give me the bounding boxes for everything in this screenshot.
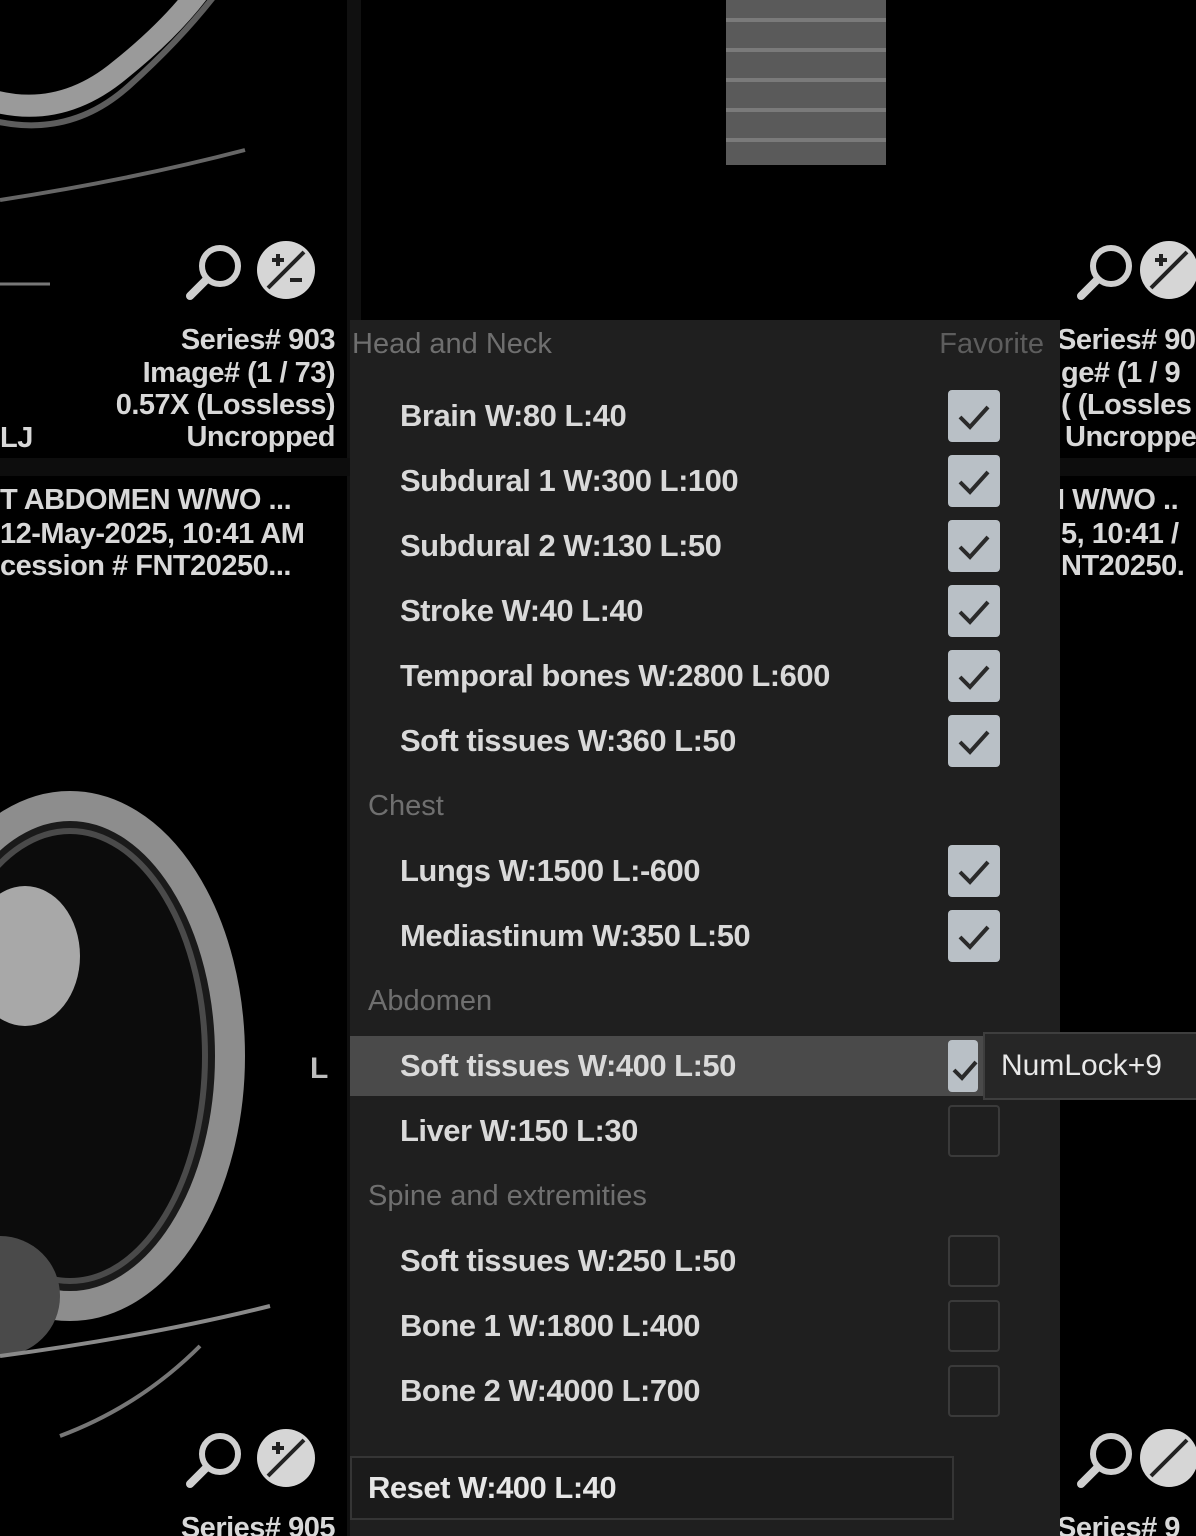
favorite-checkbox[interactable] <box>948 1365 1000 1417</box>
study-datetime: 12-May-2025, 10:41 AM <box>0 518 305 550</box>
zoom-icon[interactable] <box>182 240 246 304</box>
orientation-label: L <box>310 1052 329 1085</box>
preset-label: Stroke W:40 L:40 <box>400 593 643 628</box>
series-number: Series# 90 <box>1057 324 1196 356</box>
study-description: I W/WO .. <box>1057 484 1179 516</box>
preset-item[interactable]: Lungs W:1500 L:-600 <box>350 841 1060 901</box>
preset-label: Bone 2 W:4000 L:700 <box>400 1373 701 1408</box>
preset-item[interactable]: Subdural 2 W:130 L:50 <box>350 516 1060 576</box>
checkmark-icon <box>958 665 990 690</box>
preset-label: Soft tissues W:250 L:50 <box>400 1243 736 1278</box>
series-number: Series# 9 <box>1057 1512 1180 1536</box>
favorite-checkbox[interactable] <box>948 1105 1000 1157</box>
preset-label: Bone 1 W:1800 L:400 <box>400 1308 701 1343</box>
viewport-top-left[interactable]: LJ Series# 903 Image# (1 / 73) 0.57X (Lo… <box>0 0 347 458</box>
preset-label: Subdural 2 W:130 L:50 <box>400 528 722 563</box>
checkmark-icon <box>958 925 990 950</box>
section-title: Chest <box>368 790 444 822</box>
preset-item[interactable]: Bone 2 W:4000 L:700 <box>350 1361 1060 1421</box>
crop-status: Uncropped <box>186 421 335 453</box>
section-spine-and-extremities: Spine and extremities <box>350 1172 1060 1220</box>
checkmark-icon <box>958 600 990 625</box>
zoom-level: ( (Lossles <box>1061 389 1192 421</box>
section-title: Head and Neck <box>352 328 552 360</box>
dicom-viewer: LJ Series# 903 Image# (1 / 73) 0.57X (Lo… <box>0 0 1196 1536</box>
preset-label: Soft tissues W:400 L:50 <box>400 1048 736 1083</box>
favorite-checkbox[interactable] <box>948 1040 978 1092</box>
viewport-bottom-left[interactable]: L T ABDOMEN W/WO ... 12-May-2025, 10:41 … <box>0 476 347 1536</box>
window-level-icon[interactable] <box>254 238 318 302</box>
preset-item[interactable]: Stroke W:40 L:40 <box>350 581 1060 641</box>
favorite-checkbox[interactable] <box>948 390 1000 442</box>
section-head-and-neck: Head and Neck <box>350 320 1060 368</box>
favorite-checkbox[interactable] <box>948 910 1000 962</box>
window-level-icon[interactable] <box>1137 1426 1196 1490</box>
study-datetime: 5, 10:41 / <box>1061 518 1179 550</box>
checkmark-icon <box>958 470 990 495</box>
preset-label: Lungs W:1500 L:-600 <box>400 853 701 888</box>
shortcut-tooltip: NumLock+9 <box>983 1032 1196 1100</box>
window-level-icon[interactable] <box>254 1426 318 1490</box>
section-abdomen: Abdomen <box>350 977 1060 1025</box>
accession-number: NT20250. <box>1061 550 1185 582</box>
section-title: Spine and extremities <box>368 1180 647 1212</box>
checkmark-icon <box>958 860 990 885</box>
preset-label: Subdural 1 W:300 L:100 <box>400 463 739 498</box>
ct-image-bottom-left <box>0 791 271 1438</box>
series-number: Series# 905 <box>180 1512 336 1536</box>
preset-label: Liver W:150 L:30 <box>400 1113 638 1148</box>
checkmark-icon <box>958 405 990 430</box>
image-number: Image# (1 / 73) <box>142 357 336 389</box>
checkmark-icon <box>958 535 990 560</box>
preset-label: Temporal bones W:2800 L:600 <box>400 658 830 693</box>
preset-item[interactable]: Temporal bones W:2800 L:600 <box>350 646 1060 706</box>
crop-status: Uncroppe <box>1065 421 1196 453</box>
favorite-checkbox[interactable] <box>948 585 1000 637</box>
section-title: Abdomen <box>368 985 493 1017</box>
favorite-checkbox[interactable] <box>948 650 1000 702</box>
image-number: ge# (1 / 9 <box>1061 357 1181 389</box>
accession-number: cession # FNT20250... <box>0 550 291 582</box>
preset-item-highlighted[interactable]: Soft tissues W:400 L:50 <box>350 1036 1060 1096</box>
preset-item[interactable]: Brain W:80 L:40 <box>350 386 1060 446</box>
preset-item[interactable]: Subdural 1 W:300 L:100 <box>350 451 1060 511</box>
favorite-checkbox[interactable] <box>948 845 1000 897</box>
checkmark-icon <box>952 1060 978 1081</box>
window-level-preset-menu: Favorite Head and Neck Brain W:80 L:40 S… <box>350 320 1060 1536</box>
preset-item[interactable]: Mediastinum W:350 L:50 <box>350 906 1060 966</box>
orientation-marker: LJ <box>0 422 33 454</box>
favorite-checkbox[interactable] <box>948 455 1000 507</box>
preset-item[interactable]: Soft tissues W:250 L:50 <box>350 1231 1060 1291</box>
reset-window-level-button[interactable]: Reset W:400 L:40 <box>350 1456 954 1520</box>
zoom-icon[interactable] <box>1073 1428 1137 1492</box>
preset-item[interactable]: Bone 1 W:1800 L:400 <box>350 1296 1060 1356</box>
favorite-checkbox[interactable] <box>948 520 1000 572</box>
zoom-icon[interactable] <box>1073 240 1137 304</box>
favorite-checkbox[interactable] <box>948 715 1000 767</box>
window-level-icon[interactable] <box>1137 238 1196 302</box>
study-description: T ABDOMEN W/WO ... <box>0 484 292 516</box>
series-number: Series# 903 <box>180 324 336 356</box>
preset-label: Brain W:80 L:40 <box>400 398 627 433</box>
checkmark-icon <box>958 730 990 755</box>
zoom-level: 0.57X (Lossless) <box>115 389 336 421</box>
zoom-icon[interactable] <box>182 1428 246 1492</box>
preset-label: Soft tissues W:360 L:50 <box>400 723 736 758</box>
preset-item[interactable]: Soft tissues W:360 L:50 <box>350 711 1060 771</box>
section-chest: Chest <box>350 782 1060 830</box>
preset-item[interactable]: Liver W:150 L:30 <box>350 1101 1060 1161</box>
favorite-checkbox[interactable] <box>948 1300 1000 1352</box>
preset-label: Mediastinum W:350 L:50 <box>400 918 751 953</box>
favorite-checkbox[interactable] <box>948 1235 1000 1287</box>
